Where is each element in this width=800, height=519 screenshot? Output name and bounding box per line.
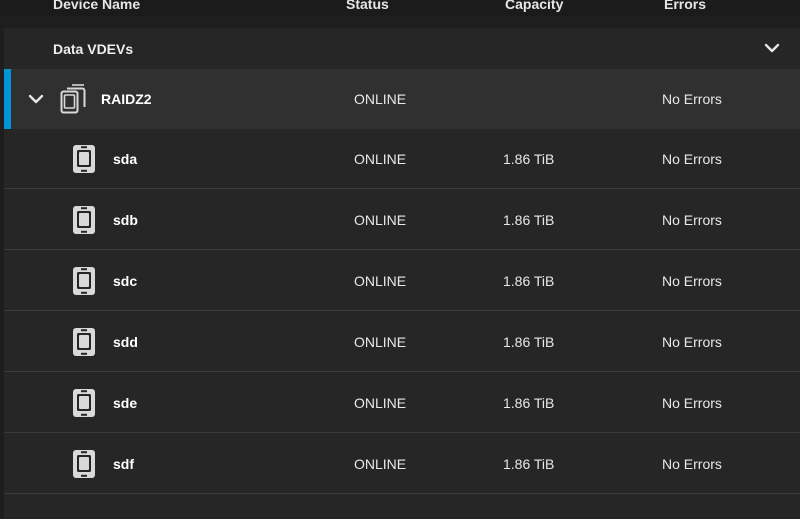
disk-row-sdb[interactable]: sdb ONLINE 1.86 TiB No Errors — [4, 190, 800, 250]
disk-name: sdc — [113, 273, 138, 289]
disk-errors: No Errors — [662, 273, 722, 289]
disk-name: sda — [113, 151, 138, 167]
disk-errors: No Errors — [662, 395, 722, 411]
hard-disk-icon — [73, 389, 95, 417]
disk-errors: No Errors — [662, 456, 722, 472]
disk-status: ONLINE — [354, 151, 407, 167]
hard-disk-icon — [73, 206, 95, 234]
column-header-device-name[interactable]: Device Name — [53, 0, 140, 12]
disk-name: sde — [113, 395, 138, 411]
disk-capacity: 1.86 TiB — [503, 212, 555, 228]
hard-disk-icon — [73, 450, 95, 478]
disk-capacity: 1.86 TiB — [503, 151, 555, 167]
vdev-errors: No Errors — [662, 91, 722, 107]
column-header-capacity[interactable]: Capacity — [505, 0, 563, 12]
disk-row-sdf[interactable]: sdf ONLINE 1.86 TiB No Errors — [4, 434, 800, 494]
disk-errors: No Errors — [662, 334, 722, 350]
pool-devices-view: Device Name Status Capacity Errors Data … — [0, 0, 800, 519]
disk-row-sda[interactable]: sda ONLINE 1.86 TiB No Errors — [4, 129, 800, 189]
hard-disk-icon — [73, 328, 95, 356]
disk-row-sdd[interactable]: sdd ONLINE 1.86 TiB No Errors — [4, 312, 800, 372]
disk-row-sdc[interactable]: sdc ONLINE 1.86 TiB No Errors — [4, 251, 800, 311]
disk-capacity: 1.86 TiB — [503, 456, 555, 472]
selected-row-indicator — [4, 69, 11, 129]
disk-status: ONLINE — [354, 212, 407, 228]
group-title: Data VDEVs — [53, 41, 134, 57]
disk-name: sdb — [113, 212, 138, 228]
vdev-name: RAIDZ2 — [101, 91, 152, 107]
disk-capacity: 1.86 TiB — [503, 334, 555, 350]
disk-row-sde[interactable]: sde ONLINE 1.86 TiB No Errors — [4, 373, 800, 433]
data-vdevs-header[interactable]: Data VDEVs — [4, 28, 800, 69]
hard-disk-icon — [73, 267, 95, 295]
disk-capacity: 1.86 TiB — [503, 273, 555, 289]
hard-disk-icon — [73, 145, 95, 173]
disk-errors: No Errors — [662, 212, 722, 228]
disk-status: ONLINE — [354, 273, 407, 289]
disk-name: sdd — [113, 334, 138, 350]
disk-status: ONLINE — [354, 334, 407, 350]
disk-capacity: 1.86 TiB — [503, 395, 555, 411]
disk-errors: No Errors — [662, 151, 722, 167]
column-header-errors[interactable]: Errors — [664, 0, 706, 12]
mirror-disks-icon — [60, 84, 86, 114]
chevron-down-icon[interactable] — [762, 38, 782, 58]
data-vdevs-panel: Data VDEVs RAIDZ2 ONLINE No Errors sda O… — [4, 28, 800, 519]
column-header-status[interactable]: Status — [346, 0, 389, 12]
disk-name: sdf — [113, 456, 134, 472]
disk-status: ONLINE — [354, 456, 407, 472]
table-header: Device Name Status Capacity Errors — [0, 0, 800, 16]
disk-status: ONLINE — [354, 395, 407, 411]
vdev-row-raidz2[interactable]: RAIDZ2 ONLINE No Errors — [4, 69, 800, 129]
vdev-status: ONLINE — [354, 91, 407, 107]
chevron-down-icon[interactable] — [26, 89, 46, 109]
